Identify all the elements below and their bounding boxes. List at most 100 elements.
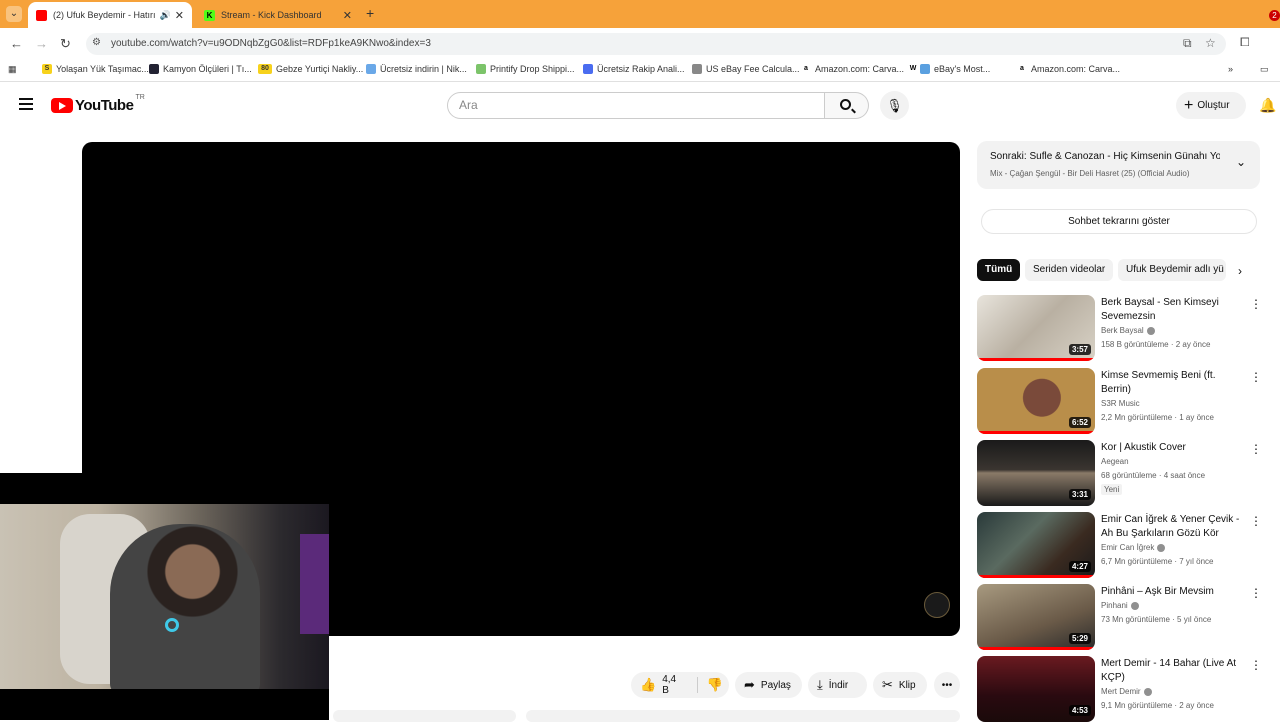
reload-icon[interactable]: ↻ bbox=[60, 36, 71, 52]
bookmark-label: Ücretsiz Rakip Anali... bbox=[597, 64, 685, 74]
bookmark-item[interactable]: US eBay Fee Calcula... bbox=[692, 64, 800, 74]
tab-kick[interactable]: K Stream - Kick Dashboard ✕ bbox=[196, 2, 360, 28]
bookmark-item[interactable]: a Amazon.com: Carva... bbox=[1017, 64, 1120, 74]
list-item[interactable]: 5:29 Pinhâni – Aşk Bir Mevsim Pinhani 73… bbox=[977, 584, 1267, 650]
video-thumbnail[interactable]: 4:53 bbox=[977, 656, 1095, 722]
more-vert-icon[interactable]: ⋮ bbox=[1250, 514, 1262, 528]
video-thumbnail[interactable]: 5:29 bbox=[977, 584, 1095, 650]
chip-all[interactable]: Tümü bbox=[977, 259, 1021, 281]
all-bookmarks-folder-icon[interactable]: ▭ bbox=[1260, 64, 1269, 75]
search-input[interactable] bbox=[459, 98, 809, 112]
create-button[interactable]: + Oluştur bbox=[1176, 92, 1246, 119]
video-meta: 9,1 Mn görüntüleme · 2 ay önce bbox=[1101, 701, 1214, 710]
video-thumbnail[interactable]: 3:31 bbox=[977, 440, 1095, 506]
more-bookmarks-icon[interactable]: » bbox=[1228, 64, 1233, 74]
video-title[interactable]: Emir Can İğrek & Yener Çevik - Ah Bu Şar… bbox=[1101, 513, 1241, 541]
tab-youtube[interactable]: (2) Ufuk Beydemir - Hatırı Y 🔊 ✕ bbox=[28, 2, 192, 28]
more-vert-icon[interactable]: ⋮ bbox=[1250, 297, 1262, 311]
search-button[interactable] bbox=[825, 92, 869, 119]
show-chat-replay-button[interactable]: Sohbet tekrarını göster bbox=[981, 209, 1257, 234]
bookmark-star-icon[interactable]: ☆ bbox=[1205, 36, 1216, 50]
bookmark-favicon-icon bbox=[920, 64, 930, 74]
bookmark-item[interactable]: S Yolaşan Yük Taşımac... bbox=[42, 64, 149, 74]
video-title[interactable]: Kor | Akustik Cover bbox=[1101, 441, 1241, 455]
close-tab-icon[interactable]: ✕ bbox=[343, 9, 352, 22]
apps-icon[interactable]: ▦ bbox=[8, 64, 17, 75]
video-title[interactable]: Kimse Sevmemiş Beni (ft. Berrin) bbox=[1101, 369, 1241, 397]
channel-name[interactable]: Pinhani bbox=[1101, 601, 1139, 610]
bookmark-item[interactable]: Printify Drop Shippi... bbox=[476, 64, 575, 74]
bookmark-label: US eBay Fee Calcula... bbox=[706, 64, 800, 74]
channel-name[interactable]: Mert Demir bbox=[1101, 687, 1152, 696]
kick-favicon-icon: K bbox=[204, 9, 215, 21]
bookmark-item[interactable]: 80 Gebze Yurtiçi Nakliy... bbox=[258, 64, 363, 74]
share-button[interactable]: ➦ Paylaş bbox=[735, 672, 802, 698]
speaker-icon[interactable]: 🔊 bbox=[160, 10, 171, 21]
bookmark-item[interactable]: Ücretsiz Rakip Anali... bbox=[583, 64, 685, 74]
more-vert-icon[interactable]: ⋮ bbox=[1250, 442, 1262, 456]
tab-title: Stream - Kick Dashboard bbox=[221, 10, 322, 20]
bookmark-favicon-icon bbox=[476, 64, 486, 74]
chevron-down-icon[interactable]: ⌄ bbox=[1236, 155, 1246, 169]
install-icon[interactable]: ⧉ bbox=[1183, 36, 1192, 51]
voice-search-button[interactable]: 🎙 bbox=[880, 91, 909, 120]
close-tab-icon[interactable]: ✕ bbox=[175, 9, 184, 22]
channel-name[interactable]: Emir Can İğrek bbox=[1101, 543, 1166, 552]
bookmark-label: Printify Drop Shippi... bbox=[490, 64, 575, 74]
watch-progress-bar bbox=[977, 358, 1095, 361]
extensions-icon[interactable]: ⧠ bbox=[1240, 35, 1250, 50]
download-button[interactable]: ⤓ İndir bbox=[808, 672, 867, 698]
channel-name[interactable]: S3R Music bbox=[1101, 399, 1140, 408]
bookmark-item[interactable]: WeBay's Most... bbox=[908, 64, 990, 74]
forward-icon[interactable]: → bbox=[35, 36, 48, 51]
dislike-icon[interactable]: 👎 bbox=[707, 677, 723, 693]
bell-icon[interactable]: 🔔 bbox=[1259, 97, 1276, 114]
like-icon[interactable]: 👍 bbox=[640, 677, 656, 693]
more-vert-icon[interactable]: ⋮ bbox=[1250, 370, 1262, 384]
tab-search-icon[interactable]: ⌄ bbox=[6, 6, 22, 22]
clip-button[interactable]: ✂ Klip bbox=[873, 672, 927, 698]
chip-channel[interactable]: Ufuk Beydemir adlı yü bbox=[1118, 259, 1226, 281]
video-thumbnail[interactable]: 4:27 bbox=[977, 512, 1095, 578]
up-next-mix: Mix - Çağan Şengül - Bir Deli Hasret (25… bbox=[990, 169, 1190, 178]
bookmark-label: Yolaşan Yük Taşımac... bbox=[56, 64, 149, 74]
list-item[interactable]: 3:57 Berk Baysal - Sen Kimseyi Sevemezsi… bbox=[977, 295, 1267, 361]
chevron-right-icon[interactable]: › bbox=[1238, 264, 1242, 278]
list-item[interactable]: 6:52 Kimse Sevmemiş Beni (ft. Berrin) S3… bbox=[977, 368, 1267, 434]
video-thumbnail[interactable]: 3:57 bbox=[977, 295, 1095, 361]
verified-icon bbox=[1143, 687, 1152, 696]
divider bbox=[697, 677, 698, 693]
address-bar[interactable]: ⚙ youtube.com/watch?v=u9ODNqbZgG0&list=R… bbox=[86, 33, 1226, 55]
list-item[interactable]: 4:53 Mert Demir - 14 Bahar (Live At KÇP)… bbox=[977, 656, 1267, 722]
list-item[interactable]: 3:31 Kor | Akustik Cover Aegean 68 görün… bbox=[977, 440, 1267, 506]
video-title[interactable]: Mert Demir - 14 Bahar (Live At KÇP) bbox=[1101, 657, 1241, 685]
bookmark-favicon-icon: W bbox=[909, 65, 917, 72]
list-item[interactable]: 4:27 Emir Can İğrek & Yener Çevik - Ah B… bbox=[977, 512, 1267, 578]
more-vert-icon[interactable]: ⋮ bbox=[1250, 586, 1262, 600]
up-next-card[interactable]: Sonraki: Sufle & Canozan - Hiç Kimsenin … bbox=[977, 141, 1260, 189]
browser-toolbar: ← → ↻ ⚙ youtube.com/watch?v=u9ODNqbZgG0&… bbox=[0, 28, 1280, 60]
webcam-overlay bbox=[0, 473, 329, 720]
youtube-logo[interactable]: YouTube TR bbox=[51, 94, 145, 114]
channel-label: Mert Demir bbox=[1101, 687, 1141, 696]
video-thumbnail[interactable]: 6:52 bbox=[977, 368, 1095, 434]
bookmark-item[interactable]: a Amazon.com: Carva... bbox=[801, 64, 904, 74]
bookmark-item[interactable]: Kamyon Ölçüleri | Tı... bbox=[149, 64, 252, 74]
back-icon[interactable]: ← bbox=[10, 36, 23, 51]
more-actions-button[interactable]: ••• bbox=[934, 672, 960, 698]
like-count[interactable]: 4,4 B bbox=[662, 674, 685, 696]
chip-series[interactable]: Seriden videolar bbox=[1025, 259, 1114, 281]
new-tab-icon[interactable]: + bbox=[366, 5, 374, 21]
menu-icon[interactable] bbox=[19, 98, 33, 110]
channel-name[interactable]: Aegean bbox=[1101, 457, 1129, 466]
video-title[interactable]: Pinhâni – Aşk Bir Mevsim bbox=[1101, 585, 1241, 599]
video-title[interactable]: Berk Baysal - Sen Kimseyi Sevemezsin bbox=[1101, 296, 1241, 324]
channel-name[interactable]: Berk Baysal bbox=[1101, 326, 1155, 335]
channel-watermark-icon[interactable] bbox=[924, 592, 950, 618]
page-background bbox=[0, 142, 82, 473]
more-vert-icon[interactable]: ⋮ bbox=[1250, 658, 1262, 672]
up-next-title: Sufle & Canozan - Hiç Kimsenin Günahı Yo… bbox=[1029, 151, 1220, 162]
bookmark-item[interactable]: Ücretsiz indirin | Nik... bbox=[366, 64, 467, 74]
logo-text: YouTube bbox=[75, 97, 134, 114]
site-info-icon[interactable]: ⚙ bbox=[92, 37, 101, 48]
